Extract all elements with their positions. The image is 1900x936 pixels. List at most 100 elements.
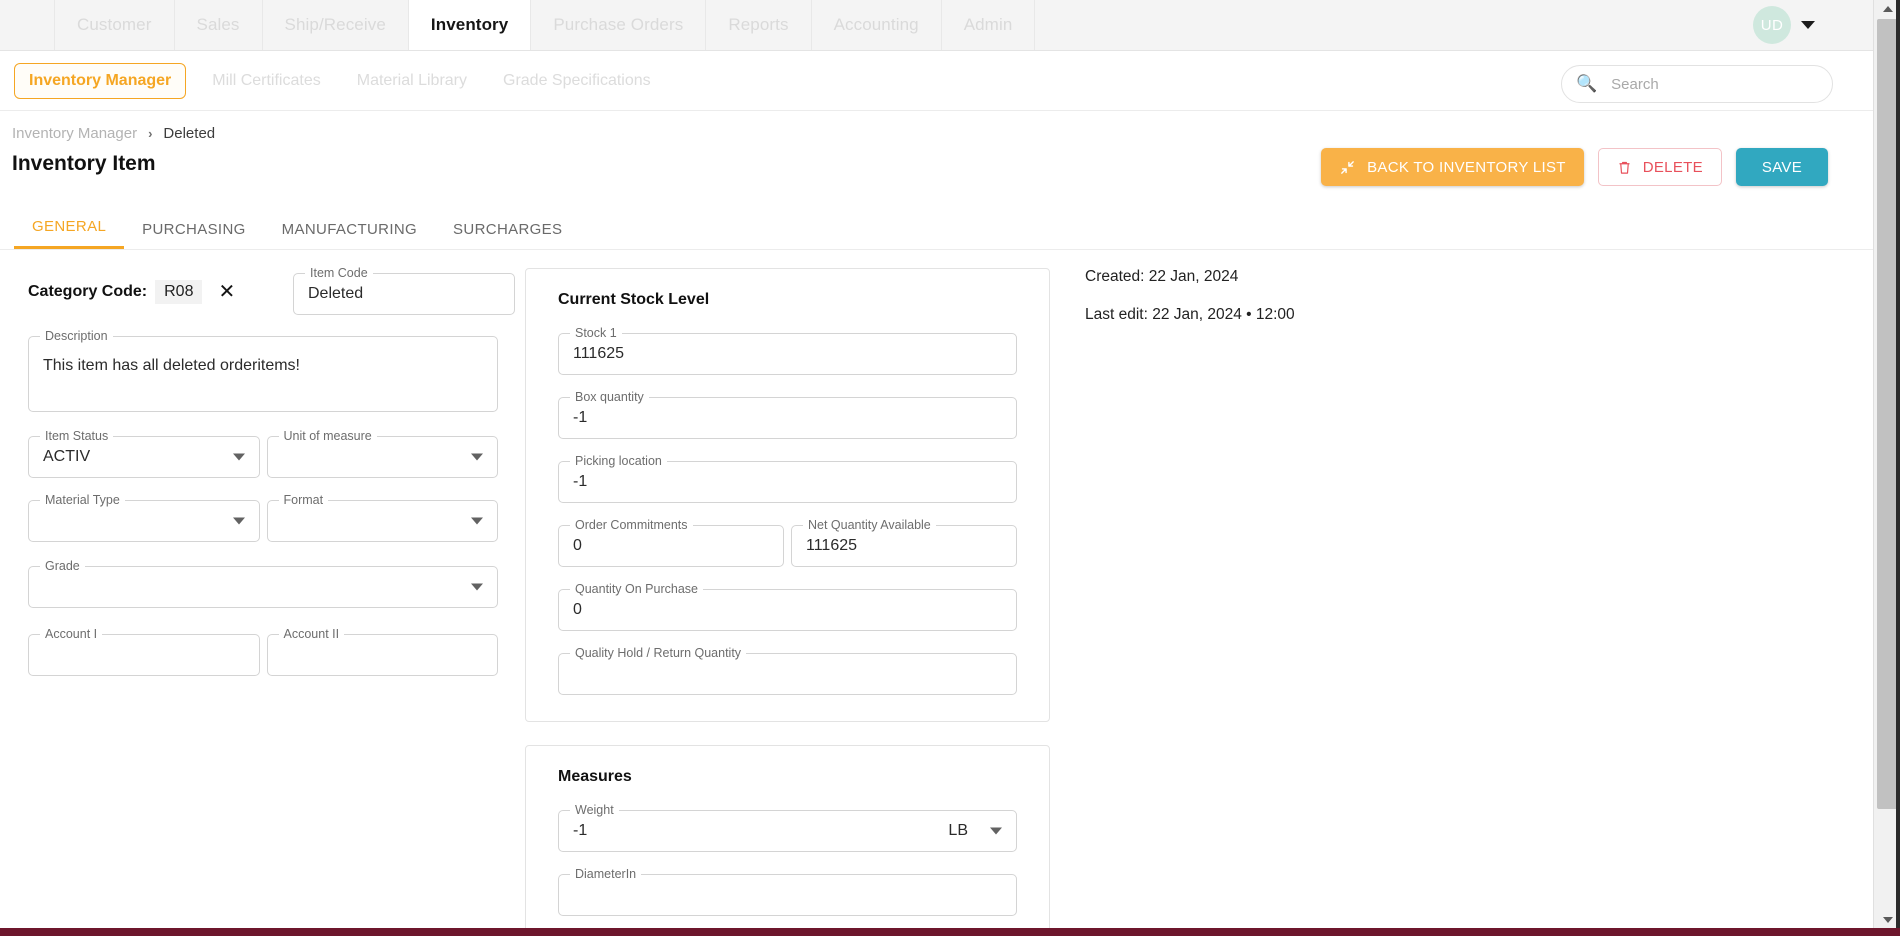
box-quantity-field[interactable]: Box quantity -1 xyxy=(558,390,1017,439)
save-button[interactable]: SAVE xyxy=(1735,148,1828,186)
nav-tab-label: Ship/Receive xyxy=(284,15,386,34)
general-tab-panel: Category Code: R08 ✕ Item Code Deleted D… xyxy=(0,250,1873,928)
tab-general[interactable]: GENERAL xyxy=(14,218,125,249)
quality-hold-return-quantity-field[interactable]: Quality Hold / Return Quantity xyxy=(558,646,1017,695)
user-menu[interactable]: UD xyxy=(1753,0,1873,50)
account-ii-field[interactable]: Account II xyxy=(266,627,498,676)
category-code-row: Category Code: R08 ✕ Item Code Deleted xyxy=(28,266,515,316)
search-input[interactable]: 🔍 Search xyxy=(1561,65,1833,103)
nav-tab-inventory[interactable]: Inventory xyxy=(408,0,532,50)
weight-value: -1 xyxy=(573,822,588,839)
diameter-in-label: DiameterIn xyxy=(570,867,642,881)
created-timestamp: Created: 22 Jan, 2024 xyxy=(1085,268,1239,285)
tab-label: MANUFACTURING xyxy=(281,221,418,238)
nav-tab-purchase-orders[interactable]: Purchase Orders xyxy=(531,0,707,50)
subnav-item-material-library[interactable]: Material Library xyxy=(339,72,485,90)
format-select[interactable]: Format xyxy=(266,493,498,542)
picking-location-value: -1 xyxy=(573,473,588,490)
collapse-arrows-icon xyxy=(1341,160,1354,174)
unit-of-measure-select[interactable]: Unit of measure xyxy=(266,429,498,478)
nav-tab-customer[interactable]: Customer xyxy=(54,0,175,50)
nav-tab-accounting[interactable]: Accounting xyxy=(812,0,942,50)
item-status-select[interactable]: Item Status ACTIV xyxy=(28,429,260,478)
net-quantity-available-value: 111625 xyxy=(806,537,858,554)
delete-button[interactable]: DELETE xyxy=(1597,148,1722,186)
order-commitments-label: Order Commitments xyxy=(570,518,693,532)
nav-tab-label: Admin xyxy=(963,15,1013,34)
nav-tab-ship-receive[interactable]: Ship/Receive xyxy=(263,0,409,50)
nav-tab-label: Customer xyxy=(77,15,152,34)
subnav-item-grade-specifications[interactable]: Grade Specifications xyxy=(485,72,669,90)
tab-label: SURCHARGES xyxy=(453,221,563,238)
avatar-initials: UD xyxy=(1760,16,1784,34)
tab-surcharges[interactable]: SURCHARGES xyxy=(435,221,580,249)
quantity-on-purchase-value: 0 xyxy=(573,601,582,618)
nav-tab-reports[interactable]: Reports xyxy=(706,0,812,50)
subnav-item-mill-certificates[interactable]: Mill Certificates xyxy=(194,72,338,90)
nav-tab-admin[interactable]: Admin xyxy=(942,0,1036,50)
account-ii-label: Account II xyxy=(278,627,345,641)
subnav-label: Material Library xyxy=(356,71,467,89)
item-status-value: ACTIV xyxy=(43,448,91,465)
tab-purchasing[interactable]: PURCHASING xyxy=(124,221,264,249)
item-details-form: Category Code: R08 ✕ Item Code Deleted D… xyxy=(28,266,515,676)
picking-location-field[interactable]: Picking location -1 xyxy=(558,454,1017,503)
category-code-value: R08 xyxy=(155,280,203,304)
order-commitments-field[interactable]: Order Commitments 0 xyxy=(558,518,784,567)
breadcrumb-current: Deleted xyxy=(163,125,216,142)
avatar[interactable]: UD xyxy=(1753,6,1791,44)
material-type-select[interactable]: Material Type xyxy=(28,493,260,542)
weight-unit-value: LB xyxy=(948,822,968,839)
measures-title: Measures xyxy=(558,768,632,785)
item-code-label: Item Code xyxy=(305,266,373,280)
tab-label: PURCHASING xyxy=(142,221,246,238)
nav-tab-label: Reports xyxy=(728,15,789,34)
window-right-edge xyxy=(1896,0,1900,936)
diameter-in-field[interactable]: DiameterIn xyxy=(558,867,1017,916)
current-stock-level-title: Current Stock Level xyxy=(558,291,710,308)
chevron-down-icon xyxy=(471,517,483,525)
tab-manufacturing[interactable]: MANUFACTURING xyxy=(264,221,435,249)
trash-icon xyxy=(1619,161,1630,174)
current-stock-level-panel: Current Stock Level Stock 1 111625 Box q… xyxy=(525,268,1050,722)
quantity-on-purchase-field[interactable]: Quantity On Purchase 0 xyxy=(558,582,1017,631)
chevron-down-icon[interactable] xyxy=(1801,21,1815,29)
secondary-navigation: Inventory Manager Mill Certificates Mate… xyxy=(0,51,1873,111)
subnav-item-inventory-manager[interactable]: Inventory Manager xyxy=(14,62,187,99)
weight-field[interactable]: Weight -1 LB xyxy=(558,803,1017,852)
chevron-right-icon: › xyxy=(148,126,153,141)
description-field[interactable]: Description This item has all deleted or… xyxy=(28,329,498,412)
chevron-down-icon[interactable] xyxy=(990,827,1002,835)
box-quantity-value: -1 xyxy=(573,409,588,426)
grade-select[interactable]: Grade xyxy=(28,559,498,608)
chevron-down-icon xyxy=(471,583,483,591)
unit-of-measure-label: Unit of measure xyxy=(278,429,377,443)
description-label: Description xyxy=(40,329,113,343)
chevron-down-icon xyxy=(232,453,245,461)
chevron-down-icon xyxy=(471,453,483,461)
breadcrumb-root[interactable]: Inventory Manager xyxy=(12,125,137,142)
record-metadata: Created: 22 Jan, 2024 Last edit: 22 Jan,… xyxy=(1085,268,1295,344)
net-quantity-available-field[interactable]: Net Quantity Available 111625 xyxy=(791,518,1017,567)
description-value: This item has all deleted orderitems! xyxy=(43,357,300,374)
chevron-down-icon xyxy=(232,517,245,525)
stock-1-field[interactable]: Stock 1 111625 xyxy=(558,326,1017,375)
back-to-inventory-list-button[interactable]: BACK TO INVENTORY LIST xyxy=(1321,148,1584,186)
item-code-value: Deleted xyxy=(308,285,364,302)
category-code-label: Category Code: xyxy=(28,283,148,300)
search-placeholder: Search xyxy=(1611,75,1659,93)
stock-1-label: Stock 1 xyxy=(570,326,622,340)
account-i-field[interactable]: Account I xyxy=(28,627,260,676)
nav-tab-label: Purchase Orders xyxy=(553,15,684,34)
form-tabs: GENERAL PURCHASING MANUFACTURING SURCHAR… xyxy=(0,208,1873,250)
stock-1-value: 111625 xyxy=(573,345,625,362)
item-status-label: Item Status xyxy=(40,429,114,443)
quality-hold-label: Quality Hold / Return Quantity xyxy=(570,646,747,660)
nav-tab-sales[interactable]: Sales xyxy=(175,0,263,50)
scrollbar-thumb[interactable] xyxy=(1877,19,1898,809)
close-x-icon[interactable]: ✕ xyxy=(218,282,235,302)
app-viewport: Customer Sales Ship/Receive Inventory Pu… xyxy=(0,0,1873,928)
save-button-label: SAVE xyxy=(1761,158,1802,176)
page-header: Inventory Item BACK TO INVENTORY LIST DE… xyxy=(0,142,1873,208)
item-code-field[interactable]: Item Code Deleted xyxy=(293,266,515,315)
